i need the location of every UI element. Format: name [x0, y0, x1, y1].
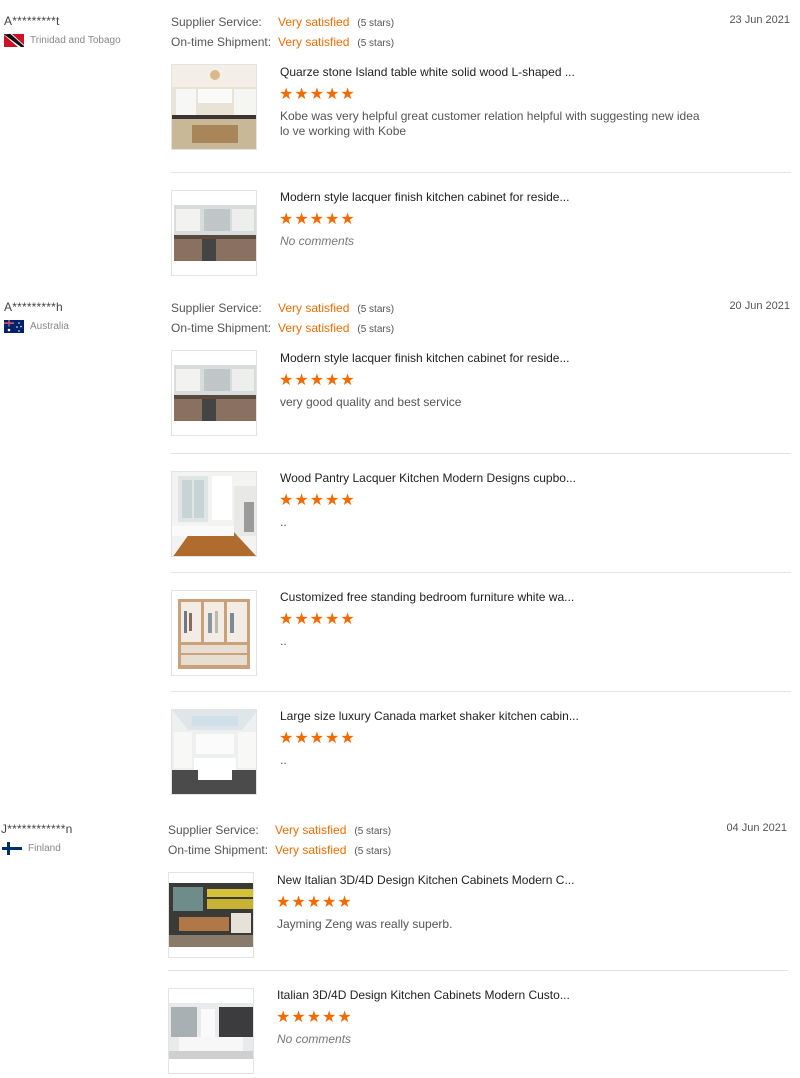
product-review: Italian 3D/4D Design Kitchen Cabinets Mo… [168, 970, 788, 1078]
buyer-country: Australia [4, 320, 69, 333]
review-comment: No comments [277, 1032, 352, 1046]
review-item: A*********h Australia Supplier Service: … [0, 300, 800, 800]
product-review: Quarze stone Island table white solid wo… [171, 50, 791, 171]
ontime-shipment-rating: On-time Shipment: Very satisfied (5 star… [168, 843, 391, 857]
supplier-service-rating: Supplier Service: Very satisfied (5 star… [171, 301, 394, 315]
supplier-service-value: Very satisfied [278, 301, 350, 315]
product-review: Wood Pantry Lacquer Kitchen Modern Desig… [171, 453, 791, 572]
review-comment: .. [280, 634, 287, 648]
country-name: Trinidad and Tobago [30, 35, 121, 46]
product-thumbnail[interactable] [171, 709, 257, 795]
ontime-shipment-value: Very satisfied [278, 321, 350, 335]
product-title[interactable]: Modern style lacquer finish kitchen cabi… [280, 351, 569, 365]
product-title[interactable]: Italian 3D/4D Design Kitchen Cabinets Mo… [277, 988, 570, 1002]
supplier-service-value: Very satisfied [278, 15, 350, 29]
product-thumbnail[interactable] [168, 872, 254, 958]
star-rating-icon: ★★★★★ [279, 211, 356, 228]
ontime-shipment-rating: On-time Shipment: Very satisfied (5 star… [171, 321, 394, 335]
star-rating-icon: ★★★★★ [279, 86, 356, 103]
star-rating-icon: ★★★★★ [276, 894, 353, 911]
ontime-shipment-stars: (5 stars) [357, 38, 395, 49]
product-review: Large size luxury Canada market shaker k… [171, 691, 791, 800]
ontime-shipment-stars: (5 stars) [354, 846, 392, 857]
ontime-shipment-rating: On-time Shipment: Very satisfied (5 star… [171, 35, 394, 49]
ontime-shipment-value: Very satisfied [278, 35, 350, 49]
review-item: A*********t Trinidad and Tobago Supplier… [0, 14, 800, 276]
product-thumbnail[interactable] [171, 350, 257, 436]
ontime-shipment-label: On-time Shipment: [171, 321, 272, 335]
review-date: 04 Jun 2021 [726, 822, 787, 834]
trinidad-and-tobago-flag-icon [4, 34, 24, 47]
review-item: J************n Finland Supplier Service:… [0, 822, 800, 1078]
product-thumbnail[interactable] [171, 471, 257, 557]
product-thumbnail[interactable] [168, 988, 254, 1074]
product-review: New Italian 3D/4D Design Kitchen Cabinet… [168, 858, 788, 970]
product-review: Modern style lacquer finish kitchen cabi… [171, 336, 791, 453]
product-thumbnail[interactable] [171, 64, 257, 150]
supplier-service-label: Supplier Service: [171, 15, 262, 29]
buyer-name: A*********t [4, 14, 60, 28]
product-title[interactable]: Modern style lacquer finish kitchen cabi… [280, 190, 569, 204]
review-comment: Kobe was very helpful great customer rel… [280, 109, 700, 138]
review-comment: very good quality and best service [280, 395, 462, 409]
supplier-service-stars: (5 stars) [357, 18, 395, 29]
review-comment: .. [280, 753, 287, 767]
star-rating-icon: ★★★★★ [279, 372, 356, 389]
review-comment: .. [280, 515, 287, 529]
star-rating-icon: ★★★★★ [276, 1009, 353, 1026]
product-thumbnail[interactable] [171, 590, 257, 676]
ontime-shipment-value: Very satisfied [275, 843, 347, 857]
country-name: Australia [30, 321, 69, 332]
product-title[interactable]: Quarze stone Island table white solid wo… [280, 65, 575, 79]
supplier-service-rating: Supplier Service: Very satisfied (5 star… [168, 823, 391, 837]
product-title[interactable]: Wood Pantry Lacquer Kitchen Modern Desig… [280, 471, 576, 485]
product-review: Modern style lacquer finish kitchen cabi… [171, 172, 791, 276]
supplier-service-label: Supplier Service: [168, 823, 259, 837]
supplier-service-stars: (5 stars) [357, 304, 395, 315]
star-rating-icon: ★★★★★ [279, 492, 356, 509]
australia-flag-icon [4, 320, 24, 333]
supplier-service-rating: Supplier Service: Very satisfied (5 star… [171, 15, 394, 29]
supplier-service-value: Very satisfied [275, 823, 347, 837]
product-title[interactable]: New Italian 3D/4D Design Kitchen Cabinet… [277, 873, 574, 887]
buyer-country: Trinidad and Tobago [4, 34, 121, 47]
product-review: Customized free standing bedroom furnitu… [171, 572, 791, 691]
star-rating-icon: ★★★★★ [279, 611, 356, 628]
star-rating-icon: ★★★★★ [279, 730, 356, 747]
ontime-shipment-stars: (5 stars) [357, 324, 395, 335]
product-title[interactable]: Large size luxury Canada market shaker k… [280, 709, 579, 723]
product-title[interactable]: Customized free standing bedroom furnitu… [280, 590, 574, 604]
supplier-service-label: Supplier Service: [171, 301, 262, 315]
country-name: Finland [28, 843, 61, 854]
product-thumbnail[interactable] [171, 190, 257, 276]
review-comment: Jayming Zeng was really superb. [277, 917, 453, 931]
buyer-name: J************n [1, 822, 73, 836]
buyer-name: A*********h [4, 300, 63, 314]
supplier-service-stars: (5 stars) [354, 826, 392, 837]
review-date: 23 Jun 2021 [729, 14, 790, 26]
review-comment: No comments [280, 234, 355, 248]
review-date: 20 Jun 2021 [729, 300, 790, 312]
buyer-country: Finland [2, 842, 61, 855]
ontime-shipment-label: On-time Shipment: [168, 843, 269, 857]
ontime-shipment-label: On-time Shipment: [171, 35, 272, 49]
finland-flag-icon [2, 842, 22, 855]
